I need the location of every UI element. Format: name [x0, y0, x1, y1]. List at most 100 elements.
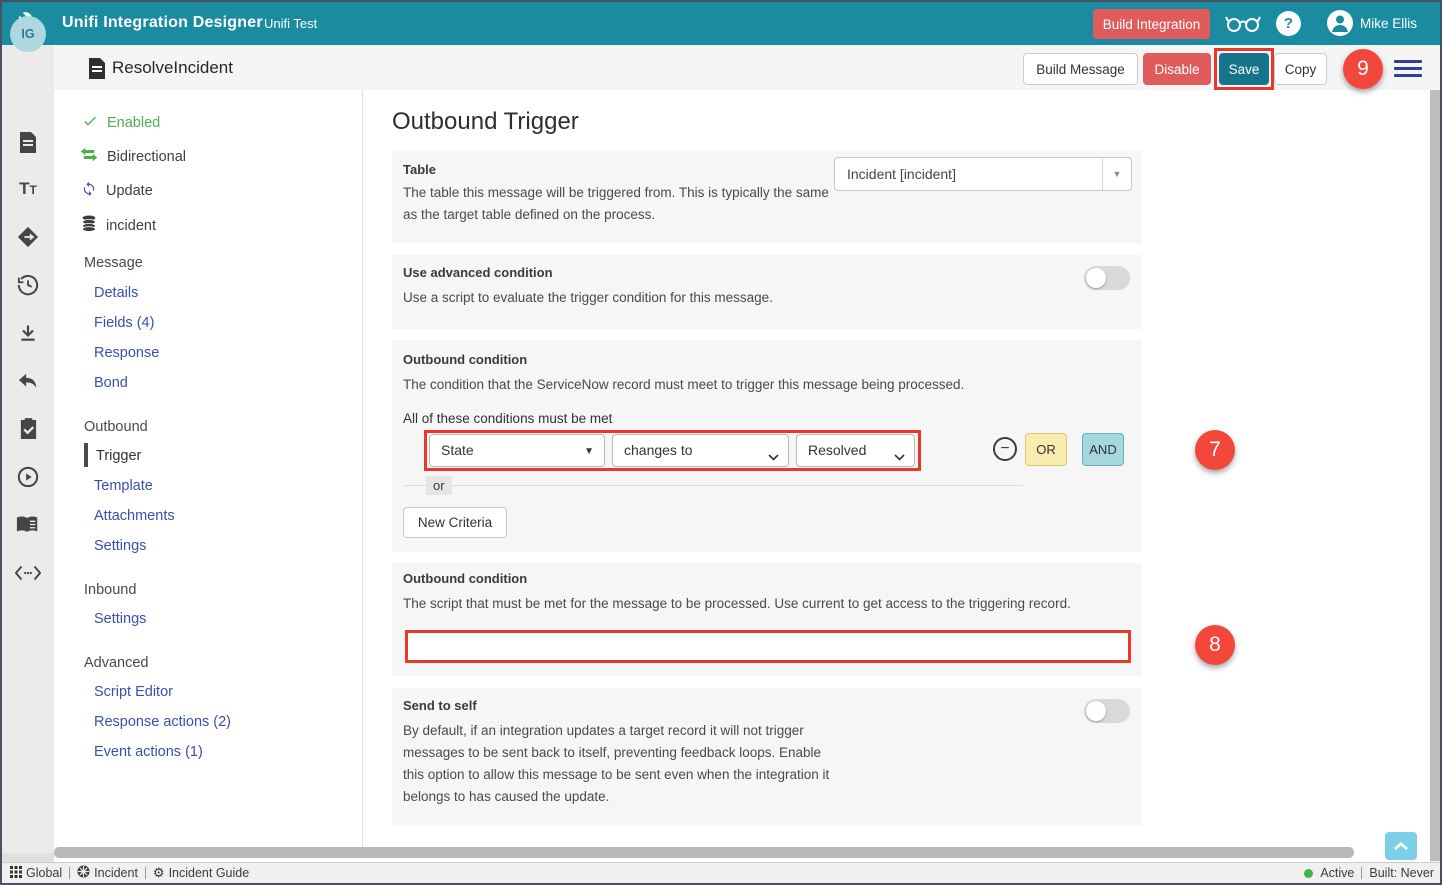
book-icon[interactable]: [2, 510, 54, 540]
or-divider-label: or: [426, 476, 452, 495]
script-condition-input[interactable]: [405, 630, 1131, 663]
outbound-condition-script-card: Outbound condition The script that must …: [392, 563, 1142, 676]
chevron-down-icon: [894, 448, 905, 464]
user-name[interactable]: Mike Ellis: [1360, 16, 1417, 31]
global-label: Global: [26, 866, 62, 880]
separator: [69, 867, 70, 879]
sidebar-item-outbound-settings[interactable]: Settings: [94, 538, 146, 554]
horizontal-scrollbar[interactable]: [54, 847, 1354, 858]
directions-icon[interactable]: [2, 222, 54, 252]
send-to-self-label: Send to self: [403, 698, 477, 713]
separator: [1361, 867, 1362, 879]
document-icon[interactable]: [2, 127, 54, 157]
update-label: Update: [106, 183, 153, 199]
sidebar-item-template[interactable]: Template: [94, 478, 153, 494]
sidebar-item-attachments[interactable]: Attachments: [94, 508, 175, 524]
sidebar-item-bidirectional[interactable]: Bidirectional: [80, 147, 186, 166]
outbound-condition-card: Outbound condition The condition that th…: [392, 340, 1142, 552]
help-icon[interactable]: ?: [1276, 11, 1301, 36]
nav-section-inbound: Inbound: [84, 582, 136, 598]
sidebar-item-trigger[interactable]: Trigger: [96, 448, 141, 464]
incident-guide-item[interactable]: ⚙ Incident Guide: [153, 865, 249, 881]
build-message-button[interactable]: Build Message: [1023, 53, 1138, 85]
glasses-icon[interactable]: [1225, 11, 1261, 40]
condition-value-select[interactable]: Resolved: [796, 434, 915, 467]
grid-icon: [10, 866, 22, 881]
sidebar-item-event-actions[interactable]: Event actions (1): [94, 744, 203, 760]
sidebar-item-update[interactable]: Update: [81, 181, 153, 201]
check-icon: [82, 113, 98, 133]
download-icon[interactable]: [2, 318, 54, 348]
incident-process-icon: [77, 865, 90, 881]
play-circle-icon[interactable]: [2, 462, 54, 492]
condition-operator-select[interactable]: changes to: [612, 434, 789, 467]
outbound-condition-description: The condition that the ServiceNow record…: [403, 374, 1023, 396]
table-description: The table this message will be triggered…: [403, 182, 833, 226]
sidebar-item-response-actions[interactable]: Response actions (2): [94, 714, 231, 730]
gear-icon: ⚙: [153, 865, 165, 881]
swap-arrows-icon: [80, 147, 98, 166]
send-to-self-description: By default, if an integration updates a …: [403, 720, 843, 808]
annotation-step-9: 9: [1343, 49, 1383, 89]
save-button[interactable]: Save: [1219, 53, 1269, 85]
advanced-condition-card: Use advanced condition Use a script to e…: [392, 255, 1142, 329]
built-status-label: Built: Never: [1369, 866, 1434, 880]
condition-field-select[interactable]: State ▼: [429, 434, 605, 467]
condition-operator-value: changes to: [624, 442, 693, 458]
code-icon[interactable]: [2, 558, 54, 588]
new-criteria-button[interactable]: New Criteria: [403, 507, 507, 538]
active-status-icon: [1304, 869, 1313, 878]
incident-process-item[interactable]: Incident: [77, 865, 138, 881]
user-avatar[interactable]: [1327, 10, 1353, 36]
build-integration-button[interactable]: Build Integration: [1093, 9, 1210, 39]
copy-button[interactable]: Copy: [1274, 53, 1327, 85]
all-conditions-label: All of these conditions must be met: [403, 408, 803, 430]
table-select-value: Incident [incident]: [847, 166, 956, 182]
global-scope-item[interactable]: Global: [10, 866, 62, 881]
record-title: ResolveIncident: [112, 58, 233, 78]
advanced-condition-description: Use a script to evaluate the trigger con…: [403, 287, 963, 309]
sidebar-item-script-editor[interactable]: Script Editor: [94, 684, 173, 700]
send-to-self-toggle[interactable]: [1084, 699, 1130, 723]
or-button[interactable]: OR: [1025, 433, 1067, 466]
outbound-condition-label: Outbound condition: [403, 352, 527, 367]
icon-rail: [2, 45, 54, 863]
incident-label: incident: [106, 218, 156, 234]
status-bar: Global Incident ⚙ Incident Guide Active …: [2, 862, 1440, 883]
integration-avatar[interactable]: IG: [10, 16, 46, 52]
reply-icon[interactable]: [2, 366, 54, 396]
disable-button[interactable]: Disable: [1143, 53, 1211, 85]
task-check-icon[interactable]: [2, 414, 54, 444]
text-format-icon[interactable]: TT: [2, 174, 54, 204]
table-select[interactable]: Incident [incident] ▼: [834, 157, 1132, 191]
annotation-step-8: 8: [1195, 625, 1235, 665]
sidebar-item-details[interactable]: Details: [94, 285, 138, 301]
incident-process-label: Incident: [94, 866, 138, 880]
app-title: Unifi Integration Designer: [62, 14, 263, 32]
history-icon[interactable]: [2, 270, 54, 300]
page-title: Outbound Trigger: [392, 108, 579, 136]
menu-icon[interactable]: [1394, 60, 1422, 81]
send-to-self-card: Send to self By default, if an integrati…: [392, 688, 1142, 826]
scroll-to-top-button[interactable]: [1385, 832, 1417, 860]
nav-section-outbound: Outbound: [84, 419, 148, 435]
or-divider-line: [403, 485, 1023, 486]
sidebar-item-inbound-settings[interactable]: Settings: [94, 611, 146, 627]
condition-field-value: State: [441, 442, 474, 458]
caret-down-icon: ▼: [584, 446, 594, 457]
message-document-icon: [88, 58, 106, 84]
sidebar-item-fields[interactable]: Fields (4): [94, 315, 154, 331]
sidebar-item-bond[interactable]: Bond: [94, 375, 128, 391]
app-header: Unifi Integration Designer Unifi Test Bu…: [2, 2, 1440, 45]
sidebar-item-enabled[interactable]: Enabled: [82, 113, 160, 133]
advanced-condition-toggle[interactable]: [1084, 266, 1130, 290]
and-button[interactable]: AND: [1082, 433, 1124, 466]
script-condition-label: Outbound condition: [403, 571, 527, 586]
advanced-condition-label: Use advanced condition: [403, 265, 553, 280]
remove-condition-icon[interactable]: −: [993, 437, 1017, 461]
incident-guide-label: Incident Guide: [169, 866, 250, 880]
database-icon: [81, 215, 97, 236]
sidebar-item-incident-table[interactable]: incident: [81, 215, 156, 236]
sidebar-item-response[interactable]: Response: [94, 345, 159, 361]
vertical-scrollbar[interactable]: [1430, 90, 1440, 861]
